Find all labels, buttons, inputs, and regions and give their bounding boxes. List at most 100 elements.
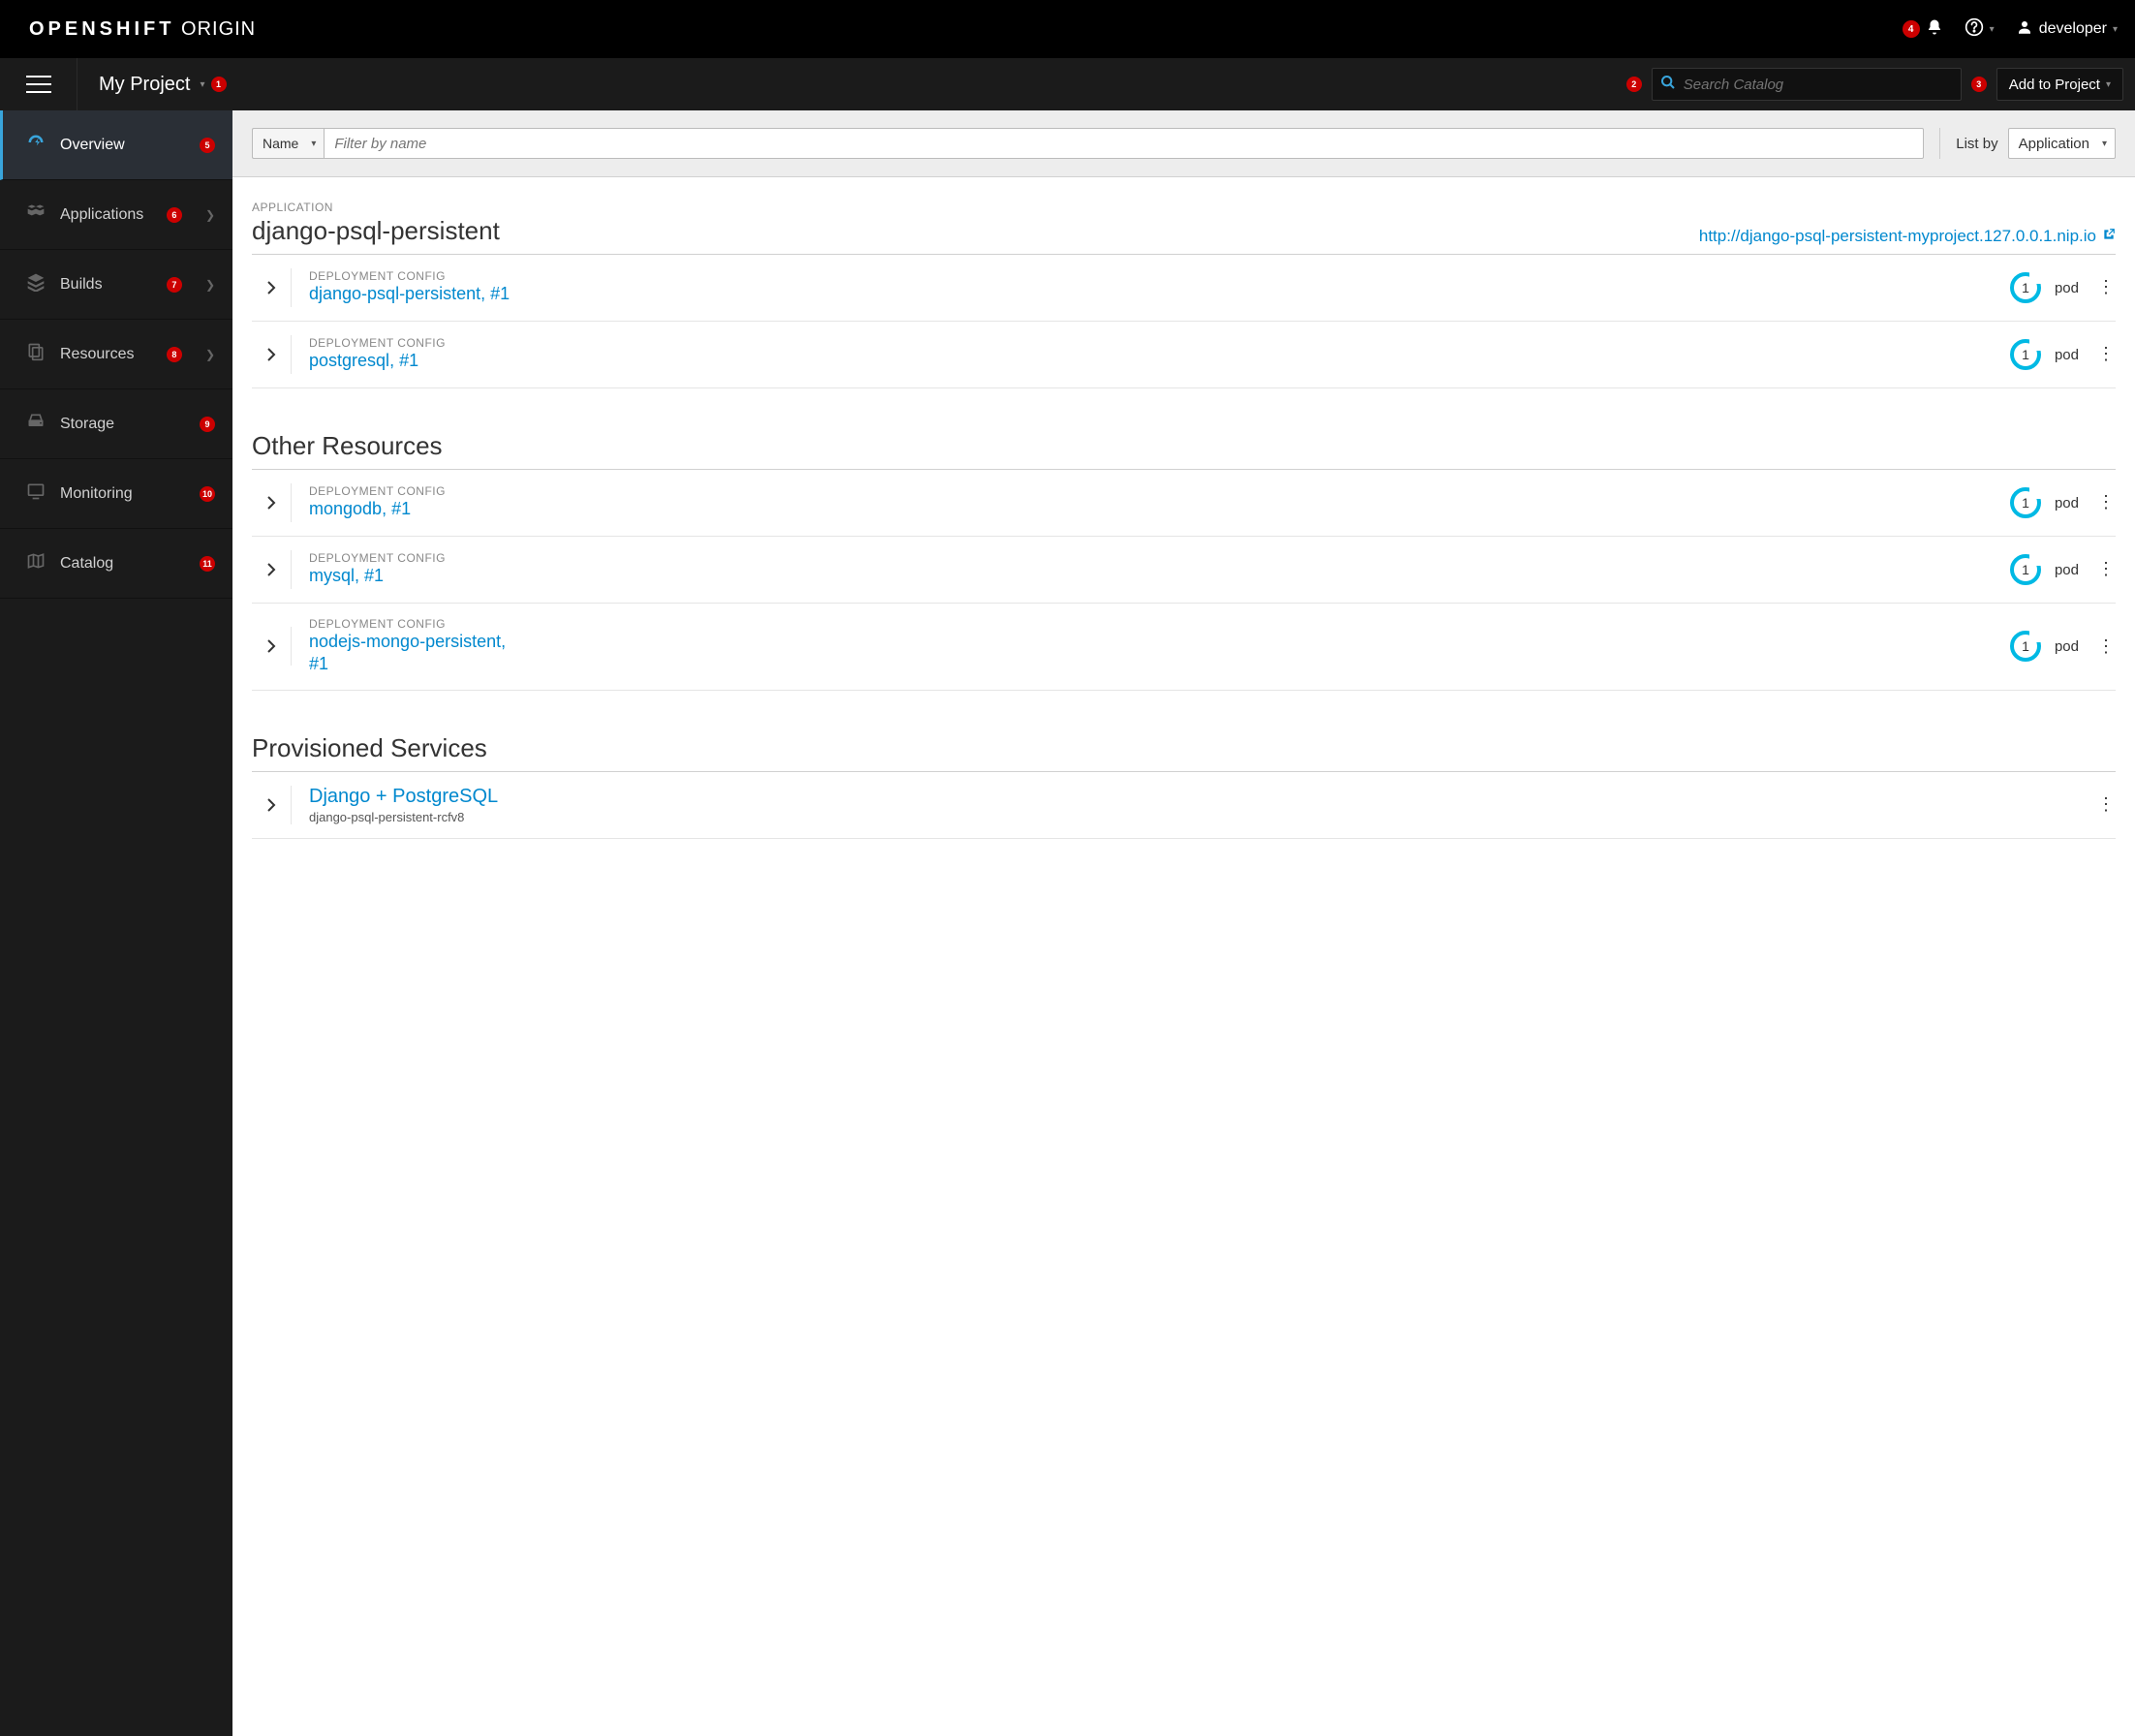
tour-badge: 8 [167, 347, 182, 362]
pod-status[interactable]: 1 pod [2010, 339, 2079, 370]
filter-field-select[interactable]: Name ▾ [252, 128, 324, 159]
add-to-project-label: Add to Project [2009, 77, 2100, 93]
pod-ring-icon: 1 [2010, 631, 2041, 662]
pod-label: pod [2055, 280, 2079, 296]
pod-label: pod [2055, 638, 2079, 655]
topbar: OPENSHIFT ORIGIN 4 ▾ developer ▾ [0, 0, 2135, 58]
resource-link[interactable]: nodejs-mongo-persistent [309, 632, 501, 651]
service-link[interactable]: Django + PostgreSQL [309, 786, 498, 807]
project-name: My Project [99, 74, 190, 96]
chevron-right-icon [266, 639, 276, 653]
help-button[interactable]: ▾ [1965, 17, 1995, 42]
chevron-right-icon: ❯ [205, 348, 215, 361]
resource-kind: DEPLOYMENT CONFIG [309, 336, 2010, 350]
sidebar: Overview 5 Applications 6 ❯ Builds 7 ❯ R… [0, 110, 232, 1736]
sidebar-item-monitoring[interactable]: Monitoring 10 [0, 459, 232, 529]
expand-toggle[interactable] [252, 563, 291, 576]
deployment-row: DEPLOYMENT CONFIG mysql, #1 1 pod ⋮ [252, 537, 2116, 604]
resource-name: django-psql-persistent, #1 [309, 283, 522, 305]
search-icon [1660, 75, 1676, 95]
monitor-icon [25, 481, 46, 506]
resource-link[interactable]: mysql [309, 566, 355, 585]
actions-menu[interactable]: ⋮ [2096, 499, 2116, 506]
actions-menu[interactable]: ⋮ [2096, 284, 2116, 291]
expand-toggle[interactable] [252, 798, 291, 812]
chevron-down-icon: ▾ [1990, 24, 1995, 35]
resource-name: mysql, #1 [309, 565, 522, 587]
actions-menu[interactable]: ⋮ [2096, 643, 2116, 650]
tour-badge: 6 [167, 207, 182, 223]
resource-name: nodejs-mongo-persistent, #1 [309, 631, 522, 676]
tour-badge: 10 [200, 486, 215, 502]
sidebar-item-label: Resources [60, 346, 134, 363]
sidebar-item-label: Applications [60, 206, 143, 224]
brand-thin: ORIGIN [181, 18, 256, 40]
chevron-right-icon: ❯ [205, 208, 215, 222]
expand-toggle[interactable] [252, 281, 291, 294]
revision-link[interactable]: #1 [490, 284, 510, 303]
list-by-label: List by [1956, 136, 1997, 152]
bell-icon [1926, 18, 1943, 41]
user-menu[interactable]: developer ▾ [2016, 18, 2118, 41]
pod-status[interactable]: 1 pod [2010, 631, 2079, 662]
project-selector[interactable]: My Project ▾ 1 [77, 74, 248, 96]
resource-link[interactable]: mongodb [309, 499, 382, 518]
section-kind: APPLICATION [252, 201, 500, 214]
tour-badge: 7 [167, 277, 182, 293]
deployment-row: DEPLOYMENT CONFIG mongodb, #1 1 pod ⋮ [252, 470, 2116, 537]
expand-toggle[interactable] [252, 639, 291, 653]
revision-link[interactable]: #1 [391, 499, 411, 518]
chevron-down-icon: ▾ [200, 79, 204, 90]
actions-menu[interactable]: ⋮ [2096, 801, 2116, 808]
expand-toggle[interactable] [252, 496, 291, 510]
service-instance: django-psql-persistent-rcfv8 [309, 810, 2096, 824]
sidebar-item-overview[interactable]: Overview 5 [0, 110, 232, 180]
filter-input[interactable] [324, 128, 1924, 159]
revision-link[interactable]: #1 [309, 654, 328, 673]
pod-status[interactable]: 1 pod [2010, 554, 2079, 585]
add-to-project-button[interactable]: Add to Project ▾ [1996, 68, 2123, 101]
section-title: Other Resources [252, 431, 2116, 470]
tour-badge: 9 [200, 417, 215, 432]
resource-link[interactable]: postgresql [309, 351, 389, 370]
sidebar-item-builds[interactable]: Builds 7 ❯ [0, 250, 232, 320]
resource-link[interactable]: django-psql-persistent [309, 284, 480, 303]
tour-badge: 5 [200, 138, 215, 153]
pod-status[interactable]: 1 pod [2010, 487, 2079, 518]
brand-bold: OPENSHIFT [29, 18, 174, 40]
section-title: Provisioned Services [252, 733, 2116, 772]
list-by-select[interactable]: Application ▾ [2008, 128, 2116, 159]
expand-toggle[interactable] [252, 348, 291, 361]
pod-ring-icon: 1 [2010, 554, 2041, 585]
pod-ring-icon: 1 [2010, 487, 2041, 518]
deployment-row: DEPLOYMENT CONFIG nodejs-mongo-persisten… [252, 604, 2116, 691]
revision-link[interactable]: #1 [399, 351, 418, 370]
catalog-search-input[interactable] [1684, 77, 1953, 93]
route-link[interactable]: http://django-psql-persistent-myproject.… [1699, 227, 2116, 246]
actions-menu[interactable]: ⋮ [2096, 351, 2116, 357]
stack-icon [25, 272, 46, 296]
route-url: http://django-psql-persistent-myproject.… [1699, 227, 2096, 246]
sidebar-item-storage[interactable]: Storage 9 [0, 389, 232, 459]
notifications-button[interactable]: 4 [1903, 18, 1943, 41]
pod-status[interactable]: 1 pod [2010, 272, 2079, 303]
sidebar-item-applications[interactable]: Applications 6 ❯ [0, 180, 232, 250]
pod-label: pod [2055, 562, 2079, 578]
sidebar-item-catalog[interactable]: Catalog 11 [0, 529, 232, 599]
pod-ring-icon: 1 [2010, 272, 2041, 303]
revision-link[interactable]: #1 [364, 566, 384, 585]
hamburger-button[interactable] [0, 58, 77, 110]
resource-kind: DEPLOYMENT CONFIG [309, 617, 2010, 631]
sidebar-item-resources[interactable]: Resources 8 ❯ [0, 320, 232, 389]
tour-badge: 11 [200, 556, 215, 572]
chevron-right-icon [266, 281, 276, 294]
chevron-right-icon [266, 798, 276, 812]
brand: OPENSHIFT ORIGIN [29, 18, 256, 41]
hamburger-icon [26, 76, 51, 93]
catalog-search[interactable] [1652, 68, 1962, 101]
actions-menu[interactable]: ⋮ [2096, 566, 2116, 573]
chevron-down-icon: ▾ [2113, 24, 2118, 35]
chevron-right-icon: ❯ [205, 278, 215, 292]
dashboard-icon [25, 133, 46, 157]
chevron-right-icon [266, 563, 276, 576]
